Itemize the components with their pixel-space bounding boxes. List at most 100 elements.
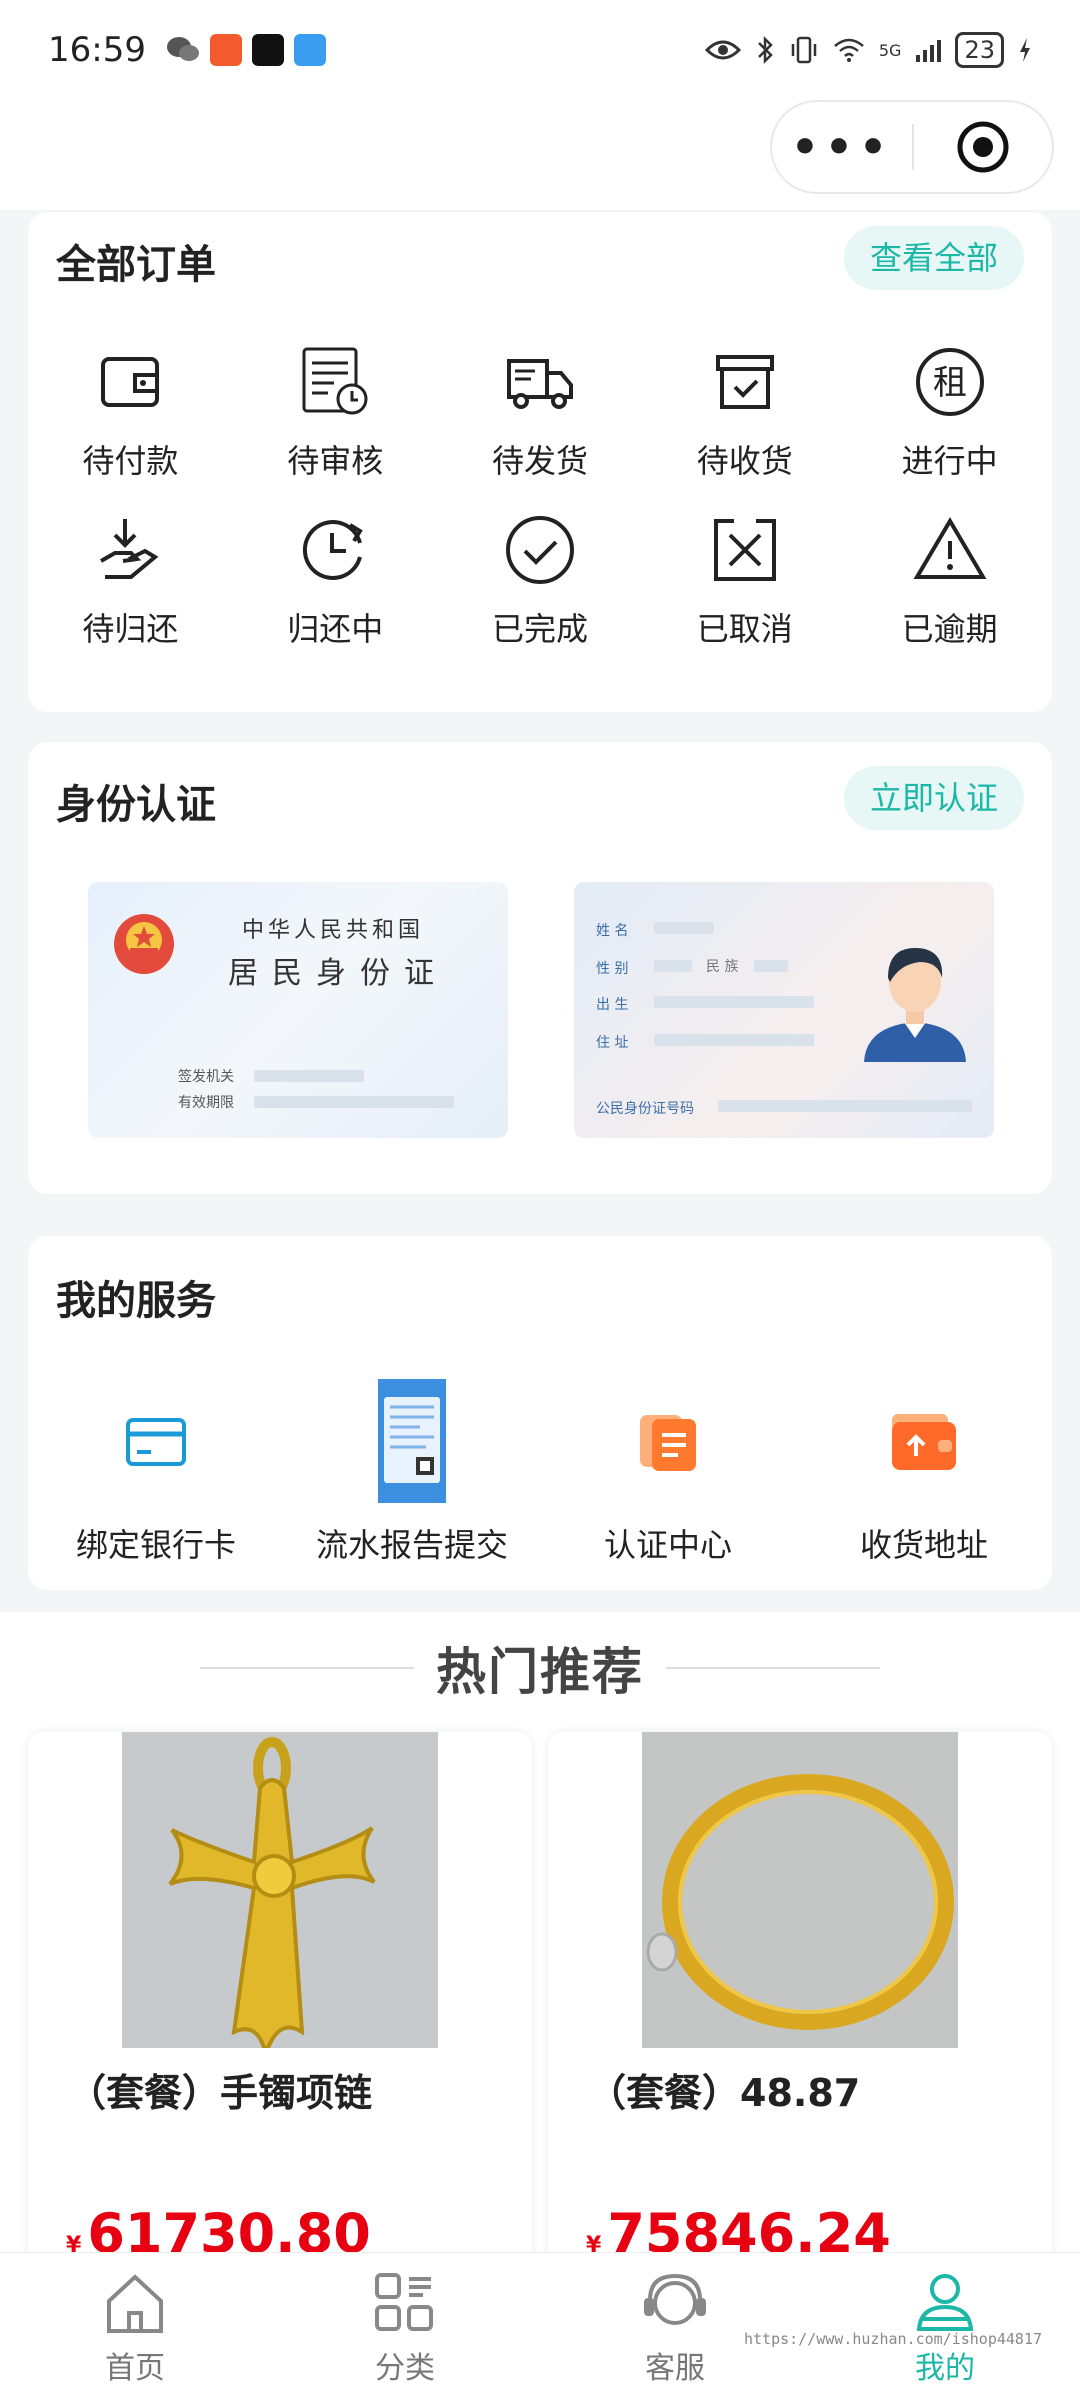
return-hand-icon xyxy=(100,519,159,579)
battery-level: 23 xyxy=(955,32,1004,68)
signal-icon xyxy=(916,40,942,62)
wallet-icon xyxy=(101,357,160,407)
order-status-grid: 待付款 待审核 待发货 待收货 租 进行中 待归还 归还中 已完成 已取消 已逾… xyxy=(28,342,1052,650)
package-check-icon xyxy=(715,355,774,409)
order-status-completed[interactable]: 已完成 xyxy=(438,510,643,650)
bank-statement-icon xyxy=(378,1379,446,1503)
network-type: 5G xyxy=(878,40,902,60)
id-card-country: 中华人民共和国 xyxy=(242,918,425,943)
status-bar: 16:59 5G 23 xyxy=(0,0,1080,100)
address-wallet-icon xyxy=(892,1414,956,1470)
order-status-cancelled[interactable]: 已取消 xyxy=(642,510,847,650)
eye-icon xyxy=(704,40,741,60)
national-emblem-icon xyxy=(114,914,174,974)
id-gender-placeholder xyxy=(654,960,692,972)
svg-text:租: 租 xyxy=(933,363,967,403)
vibrate-icon xyxy=(791,36,817,64)
status-system-icons: 5G 23 xyxy=(704,32,1032,68)
clock-returning-icon xyxy=(303,520,363,580)
product-image-cross-pendant xyxy=(122,1732,438,2048)
soul-app-icon xyxy=(251,34,284,66)
id-address-label: 住 址 xyxy=(596,1035,629,1051)
id-ethnicity-placeholder xyxy=(754,960,788,972)
service-submit-bank-statement[interactable]: 流水报告提交 xyxy=(284,1376,540,1566)
close-mini-program-button[interactable] xyxy=(914,120,1052,174)
id-number-placeholder xyxy=(718,1100,972,1112)
order-status-pending-review[interactable]: 待审核 xyxy=(233,342,438,482)
review-document-icon xyxy=(302,347,368,415)
weather-app-icon xyxy=(293,34,326,66)
id-validity-placeholder xyxy=(254,1096,454,1108)
service-shipping-address[interactable]: 收货地址 xyxy=(796,1376,1052,1566)
target-circle-icon xyxy=(957,121,1009,173)
product-image-gold-bangle xyxy=(642,1732,958,2048)
rent-badge-icon: 租 xyxy=(915,348,984,416)
watermark-text: https://www.huzhan.com/ishop44817 xyxy=(744,2330,1043,2348)
tab-category[interactable]: 分类 xyxy=(270,2253,540,2400)
home-icon xyxy=(107,2274,163,2333)
title-divider-left xyxy=(200,1667,414,1669)
id-validity-label: 有效期限 xyxy=(178,1095,234,1111)
order-status-pending-receipt[interactable]: 待收货 xyxy=(642,342,847,482)
certification-icon xyxy=(640,1415,696,1471)
identity-card: 身份认证 立即认证 中华人民共和国 居民身份证 签发机关 有效期限 姓 名 性 … xyxy=(28,742,1052,1194)
id-card-name: 居民身份证 xyxy=(228,956,448,991)
id-card-back-upload[interactable]: 姓 名 性 别 民 族 出 生 住 址 公民身份证号码 xyxy=(574,882,994,1138)
app-notification-icon xyxy=(209,34,242,66)
status-notification-icons xyxy=(166,34,326,66)
order-status-overdue[interactable]: 已逾期 xyxy=(847,510,1052,650)
tab-home[interactable]: 首页 xyxy=(0,2253,270,2400)
mini-program-header: ••• xyxy=(0,100,1080,210)
charging-icon xyxy=(1020,38,1030,62)
product-card[interactable]: （套餐）手镯项链 ¥61730.80 xyxy=(28,1732,532,2292)
order-status-pending-shipment[interactable]: 待发货 xyxy=(438,342,643,482)
id-card-front-upload[interactable]: 中华人民共和国 居民身份证 签发机关 有效期限 xyxy=(88,882,508,1138)
services-card: 我的服务 绑定银行卡 流水报告提交 认证中心 收货地址 xyxy=(28,1236,1052,1590)
hot-title-row: 热门推荐 xyxy=(0,1632,1080,1704)
service-certification-center[interactable]: 认证中心 xyxy=(540,1376,796,1566)
order-status-pending-payment[interactable]: 待付款 xyxy=(28,342,233,482)
customer-service-icon xyxy=(644,2273,706,2325)
services-list: 绑定银行卡 流水报告提交 认证中心 收货地址 xyxy=(28,1376,1052,1566)
product-name: （套餐）48.87 xyxy=(588,2071,861,2115)
title-divider-right xyxy=(666,1667,880,1669)
delivery-truck-icon xyxy=(506,359,573,409)
portrait-avatar-icon xyxy=(864,948,966,1062)
bottom-tab-bar: 首页 分类 客服 我的 xyxy=(0,2252,1080,2400)
status-time: 16:59 xyxy=(48,30,146,70)
wechat-icon xyxy=(166,37,199,61)
bank-card-icon xyxy=(126,1418,186,1466)
warning-triangle-icon xyxy=(913,517,987,579)
hot-recommendations-title: 热门推荐 xyxy=(436,1643,644,1701)
order-status-pending-return[interactable]: 待归还 xyxy=(28,510,233,650)
check-circle-icon xyxy=(505,516,574,584)
tab-customer-service[interactable]: 客服 xyxy=(540,2253,810,2400)
my-page: 16:59 5G 23 ••• 全部订单 查看全部 待付款 待审核 待发货 待收… xyxy=(0,0,1080,2400)
id-gender-label: 性 别 xyxy=(596,961,629,977)
tab-profile[interactable]: 我的 xyxy=(810,2253,1080,2400)
id-birth-placeholder xyxy=(654,996,814,1008)
service-bind-bank-card[interactable]: 绑定银行卡 xyxy=(28,1376,284,1566)
identity-title: 身份认证 xyxy=(56,782,216,828)
profile-icon xyxy=(916,2274,974,2331)
verify-now-button[interactable]: 立即认证 xyxy=(843,766,1024,830)
more-menu-button[interactable]: ••• xyxy=(772,122,912,173)
id-issuer-placeholder xyxy=(254,1070,364,1082)
id-ethnicity-label: 民 族 xyxy=(706,959,739,975)
gold-bangle-image xyxy=(642,1732,958,2048)
id-number-label: 公民身份证号码 xyxy=(596,1101,694,1117)
id-name-label: 姓 名 xyxy=(596,923,629,939)
services-title: 我的服务 xyxy=(56,1278,216,1324)
id-address-placeholder xyxy=(654,1034,814,1046)
mini-program-capsule: ••• xyxy=(770,100,1054,194)
wifi-icon xyxy=(834,38,864,62)
id-issuer-label: 签发机关 xyxy=(178,1069,234,1085)
order-status-returning[interactable]: 归还中 xyxy=(233,510,438,650)
order-status-in-progress[interactable]: 租 进行中 xyxy=(847,342,1052,482)
product-name: （套餐）手镯项链 xyxy=(68,2071,373,2115)
view-all-orders-button[interactable]: 查看全部 xyxy=(843,226,1024,290)
id-name-placeholder xyxy=(654,922,714,934)
category-icon xyxy=(375,2273,433,2331)
product-card[interactable]: （套餐）48.87 ¥75846.24 xyxy=(548,1732,1052,2292)
orders-card: 全部订单 查看全部 待付款 待审核 待发货 待收货 租 进行中 待归还 归还中 … xyxy=(28,212,1052,712)
